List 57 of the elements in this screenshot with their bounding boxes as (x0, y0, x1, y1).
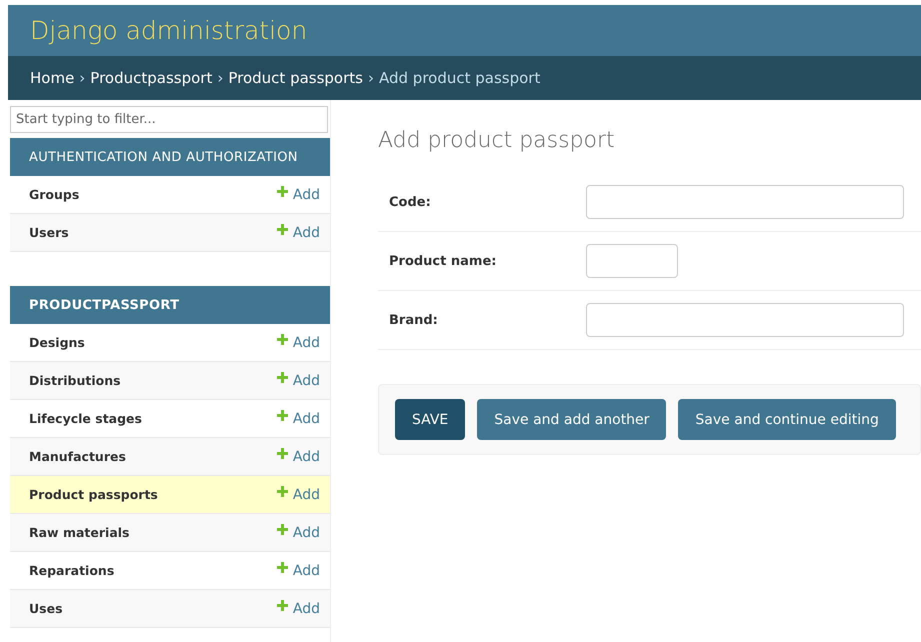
plus-icon (276, 410, 288, 421)
site-title: Django administration (30, 16, 308, 45)
plus-icon (276, 186, 288, 197)
model-row[interactable]: Manufactures Add (10, 438, 330, 476)
model-link[interactable]: Users (29, 225, 69, 240)
model-row[interactable]: Raw materials Add (10, 514, 330, 552)
plus-icon (276, 224, 288, 235)
plus-icon (276, 524, 288, 535)
field-label: Brand: (389, 312, 439, 328)
add-link[interactable]: Add (276, 486, 320, 502)
breadcrumb-link[interactable]: Productpassport (90, 69, 212, 87)
model-row[interactable]: Uses Add (10, 590, 330, 628)
breadcrumb-link[interactable]: Home (30, 69, 74, 87)
breadcrumb-separator: › (368, 69, 374, 87)
plus-icon (276, 562, 288, 573)
breadcrumb-separator: › (217, 69, 224, 87)
model-link[interactable]: Distributions (29, 373, 121, 388)
input-field[interactable] (586, 185, 904, 219)
add-link[interactable]: Add (276, 562, 320, 578)
add-link[interactable]: Add (276, 410, 320, 426)
app-header[interactable]: AUTHENTICATION AND AUTHORIZATION (10, 138, 330, 176)
plus-icon (276, 334, 288, 345)
model-row[interactable]: Users Add (10, 214, 330, 252)
add-link[interactable]: Add (276, 600, 320, 616)
model-link[interactable]: Product passports (29, 487, 158, 502)
save-button[interactable]: SAVE (395, 399, 466, 440)
model-link[interactable]: Lifecycle stages (29, 411, 142, 426)
plus-icon (276, 372, 288, 383)
model-link[interactable]: Uses (29, 601, 63, 616)
model-link[interactable]: Manufactures (29, 449, 126, 464)
breadcrumb-current: Add product passport (378, 69, 540, 87)
add-link[interactable]: Add (276, 524, 320, 540)
model-link[interactable]: Reparations (29, 563, 114, 578)
add-link[interactable]: Add (276, 224, 320, 240)
input-field[interactable] (586, 303, 904, 337)
add-link[interactable]: Add (276, 448, 320, 464)
input-field[interactable] (586, 244, 678, 278)
secondary-save-button[interactable]: Save and continue editing (678, 399, 896, 440)
field-label: Code: (389, 194, 432, 210)
model-link[interactable]: Designs (29, 335, 85, 350)
model-link[interactable]: Groups (29, 187, 80, 202)
model-row[interactable]: Product passports Add (10, 476, 330, 514)
filter-field[interactable]: Start typing to filter... (10, 106, 328, 133)
model-link[interactable]: Raw materials (29, 525, 130, 540)
plus-icon (276, 486, 288, 497)
field-label: Product name: (389, 254, 498, 268)
add-link[interactable]: Add (276, 334, 320, 350)
add-link[interactable]: Add (276, 372, 320, 388)
add-link[interactable]: Add (276, 186, 320, 202)
model-row[interactable]: Distributions Add (10, 362, 330, 400)
plus-icon (276, 448, 288, 459)
breadcrumb-link[interactable]: Product passports (228, 69, 363, 87)
page-title: Add product passport (378, 128, 616, 153)
app-header[interactable]: PRODUCTPASSPORT (10, 286, 330, 324)
secondary-save-button[interactable]: Save and add another (477, 399, 666, 440)
plus-icon (276, 600, 288, 611)
breadcrumb-separator: › (79, 69, 86, 87)
